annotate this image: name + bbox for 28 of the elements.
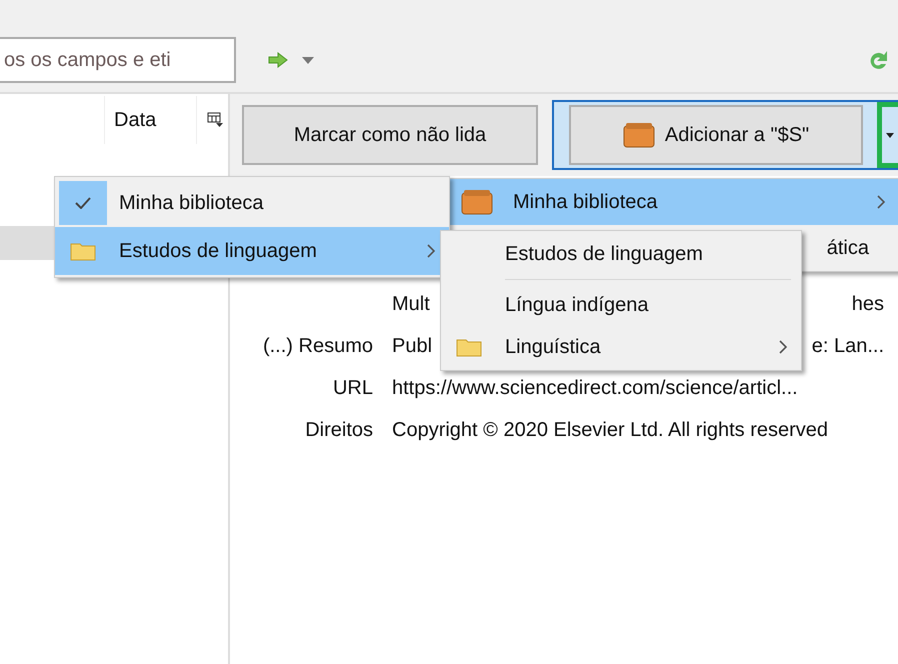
checkmark-icon [75,197,91,209]
search-field[interactable]: os os campos e eti [0,37,236,83]
menu-item[interactable]: Língua indígena [441,284,801,326]
folder-icon [70,241,96,261]
caret-icon[interactable] [302,56,314,64]
field-value: Mult [392,292,430,317]
field-value: hes [852,292,884,317]
field-value: https://www.sciencedirect.com/science/articl... [392,376,798,401]
menu-item[interactable]: Minha biblioteca [55,179,449,227]
field-label: (...) Resumo [262,335,373,357]
menu-item[interactable]: Minha biblioteca [449,179,898,225]
caret-icon [886,132,894,138]
dropdown-button[interactable] [877,102,898,168]
add-to-button[interactable]: Adicionar a "$S" [569,105,863,165]
field-label: Direitos [305,419,373,441]
folder-icon [456,337,482,357]
field-value: e: Lan... [812,334,884,359]
menu-item[interactable]: Linguística [441,326,801,368]
library-icon [461,189,493,215]
mark-unread-button[interactable]: Marcar como não lida [242,105,538,165]
field-value: Publ [392,334,432,359]
column-header[interactable]: Data [105,96,197,144]
arrow-right-icon[interactable] [268,52,288,68]
library-icon [622,122,655,148]
menu-item[interactable]: Estudos de linguagem [55,227,449,275]
field-label: URL [332,377,373,399]
column-picker-icon[interactable] [207,112,223,128]
field-value: Copyright © 2020 Elsevier Ltd. All rights reserved [392,418,828,443]
